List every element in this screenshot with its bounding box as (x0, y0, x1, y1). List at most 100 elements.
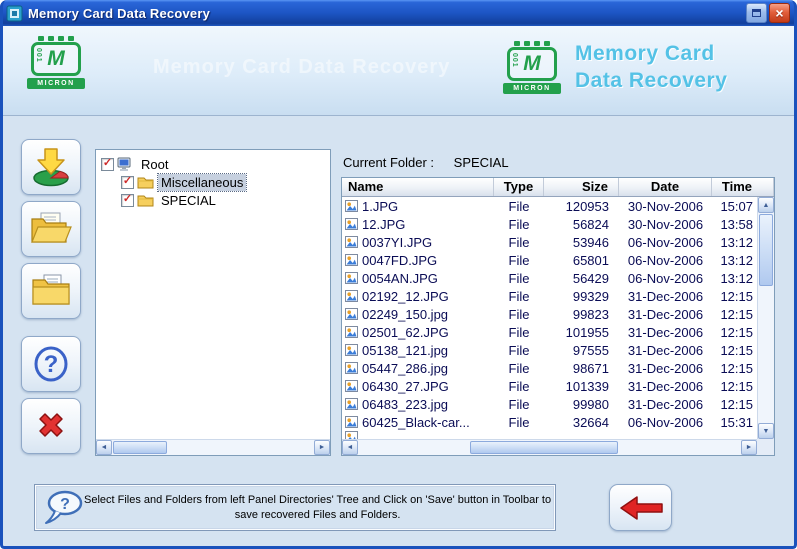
file-row[interactable]: 06483_223.jpg File 99980 31-Dec-2006 12:15 (342, 395, 774, 413)
file-size: 65801 (572, 252, 609, 268)
file-row[interactable]: 05447_286.jpg File 98671 31-Dec-2006 12:15 (342, 359, 774, 377)
column-header-name[interactable]: Name (342, 178, 494, 196)
product-title-line1: Memory Card (575, 42, 715, 65)
current-folder-label: Current Folder : (343, 155, 435, 170)
tree-item-label: SPECIAL (161, 192, 216, 208)
file-row[interactable]: 0047FD.JPG File 65801 06-Nov-2006 13:12 (342, 251, 774, 269)
file-list-horizontal-scrollbar[interactable]: ◄ ► (342, 439, 757, 455)
file-date: 31-Dec-2006 (627, 288, 704, 304)
file-list-panel: Name Type Size Date Time 1.JPG File 120953… (341, 177, 775, 456)
directory-tree-panel: ✓ Root ✓ Miscellaneous ✓ SPECIAL ◄ ► (95, 149, 331, 456)
tree-item-miscellaneous[interactable]: ✓ Miscellaneous (96, 172, 330, 192)
chip-icon: 001 M (31, 42, 81, 76)
file-hscroll-thumb[interactable] (470, 441, 618, 454)
file-name-cell: 0054AN.JPG (342, 271, 494, 286)
file-row[interactable]: 06430_27.JPG File 101339 31-Dec-2006 12:15 (342, 377, 774, 395)
file-name: 06430_27.JPG (362, 378, 449, 394)
file-name: 02501_62.JPG (362, 324, 449, 340)
file-vscroll-thumb[interactable] (759, 214, 773, 286)
recover-folder-button[interactable] (21, 263, 81, 319)
header-banner: 001 M MICRON Memory Card Data Recovery 0… (3, 26, 794, 116)
file-row[interactable]: 02501_62.JPG File 101955 31-Dec-2006 12:15 (342, 323, 774, 341)
checked-checkbox[interactable]: ✓ (121, 175, 134, 189)
file-name: 06483_223.jpg (362, 396, 449, 412)
exit-cross-icon (39, 413, 63, 437)
file-date: 31-Dec-2006 (627, 324, 704, 340)
file-row[interactable]: 0037YI.JPG File 53946 06-Nov-2006 13:12 (342, 233, 774, 251)
open-folder-button[interactable] (21, 201, 81, 257)
file-row[interactable]: 05138_121.jpg File 97555 31-Dec-2006 12:15 (342, 341, 774, 359)
column-header-type[interactable]: Type (494, 178, 544, 196)
checked-checkbox[interactable]: ✓ (121, 193, 134, 207)
file-name-cell: 02501_62.JPG (342, 325, 494, 340)
check-icon: ✓ (102, 157, 113, 169)
file-name-cell: 02249_150.jpg (342, 307, 494, 322)
folder-icon (32, 274, 70, 305)
tree-item-label: Miscellaneous (156, 172, 248, 192)
file-type: File (508, 288, 530, 304)
file-hscroll-track[interactable] (358, 440, 741, 455)
file-date: 06-Nov-2006 (627, 414, 704, 430)
file-row[interactable]: 1.JPG File 120953 30-Nov-2006 15:07 (342, 197, 774, 215)
column-header-date[interactable]: Date (619, 178, 712, 196)
file-vscroll-track[interactable] (758, 213, 774, 423)
file-row[interactable]: 60425_Black-car... File 32664 06-Nov-2006 15… (342, 413, 774, 431)
help-button[interactable]: ? (21, 336, 81, 392)
close-button[interactable]: × (769, 3, 790, 23)
file-type: File (508, 306, 530, 322)
check-icon: ✓ (122, 175, 133, 187)
save-button[interactable] (21, 139, 81, 195)
file-row[interactable]: 0054AN.JPG File 56429 06-Nov-2006 13:12 (342, 269, 774, 287)
logo-name: MICRON (27, 78, 85, 89)
file-size: 32664 (572, 414, 609, 430)
directory-tree: ✓ Root ✓ Miscellaneous ✓ SPECIAL (96, 150, 330, 439)
tree-horizontal-scrollbar[interactable]: ◄ ► (96, 439, 330, 455)
scroll-left-icon[interactable]: ◄ (96, 440, 112, 455)
tree-item-root[interactable]: ✓ Root (96, 155, 330, 173)
image-file-icon (345, 344, 358, 356)
scroll-left-icon[interactable]: ◄ (342, 440, 358, 455)
file-type: File (508, 216, 530, 232)
svg-text:?: ? (44, 351, 59, 378)
file-row[interactable]: 12.JPG File 56824 30-Nov-2006 13:58 (342, 215, 774, 233)
instruction-line1: Select Files and Folders from left Panel… (84, 493, 552, 506)
file-list-header: Name Type Size Date Time (342, 178, 774, 197)
app-window: Memory Card Data Recovery × 001 M MICRON… (0, 0, 797, 549)
current-folder: Current Folder : SPECIAL (343, 155, 509, 170)
file-size: 97555 (572, 342, 609, 358)
file-row-partial[interactable] (342, 431, 774, 439)
file-row[interactable]: 02249_150.jpg File 99823 31-Dec-2006 12:15 (342, 305, 774, 323)
file-size: 120953 (565, 198, 609, 214)
tree-item-special[interactable]: ✓ SPECIAL (96, 191, 330, 209)
file-type: File (508, 396, 530, 412)
tree-hscroll-thumb[interactable] (113, 441, 167, 454)
image-file-icon (345, 254, 358, 266)
file-name-cell: 12.JPG (342, 217, 494, 232)
file-list-vertical-scrollbar[interactable]: ▲ ▼ (757, 197, 774, 439)
banner-watermark: Memory Card Data Recovery (153, 56, 451, 78)
file-type: File (508, 324, 530, 340)
exit-button[interactable] (21, 398, 81, 454)
file-name: 0054AN.JPG (362, 270, 438, 286)
scroll-right-icon[interactable]: ► (741, 440, 757, 455)
file-date: 31-Dec-2006 (627, 306, 704, 322)
column-header-time[interactable]: Time (712, 178, 774, 196)
back-button[interactable] (609, 484, 672, 531)
file-name: 05447_286.jpg (362, 360, 449, 376)
checked-checkbox[interactable]: ✓ (101, 157, 114, 171)
file-name-cell: 06483_223.jpg (342, 397, 494, 412)
svg-text:?: ? (60, 496, 70, 513)
image-file-icon (345, 200, 358, 212)
file-row[interactable]: 02192_12.JPG File 99329 31-Dec-2006 12:15 (342, 287, 774, 305)
maximize-button[interactable] (746, 3, 767, 23)
scroll-down-icon[interactable]: ▼ (758, 423, 774, 439)
brand-block: 001 M MICRON Memory Card Data Recovery (503, 40, 727, 94)
column-header-size[interactable]: Size (544, 178, 619, 196)
open-folder-icon (31, 212, 72, 243)
scroll-up-icon[interactable]: ▲ (758, 197, 774, 213)
scroll-right-icon[interactable]: ► (314, 440, 330, 455)
image-file-icon (345, 416, 358, 428)
tree-hscroll-track[interactable] (112, 440, 314, 455)
file-name: 1.JPG (362, 198, 399, 214)
scrollbar-corner (757, 439, 774, 455)
